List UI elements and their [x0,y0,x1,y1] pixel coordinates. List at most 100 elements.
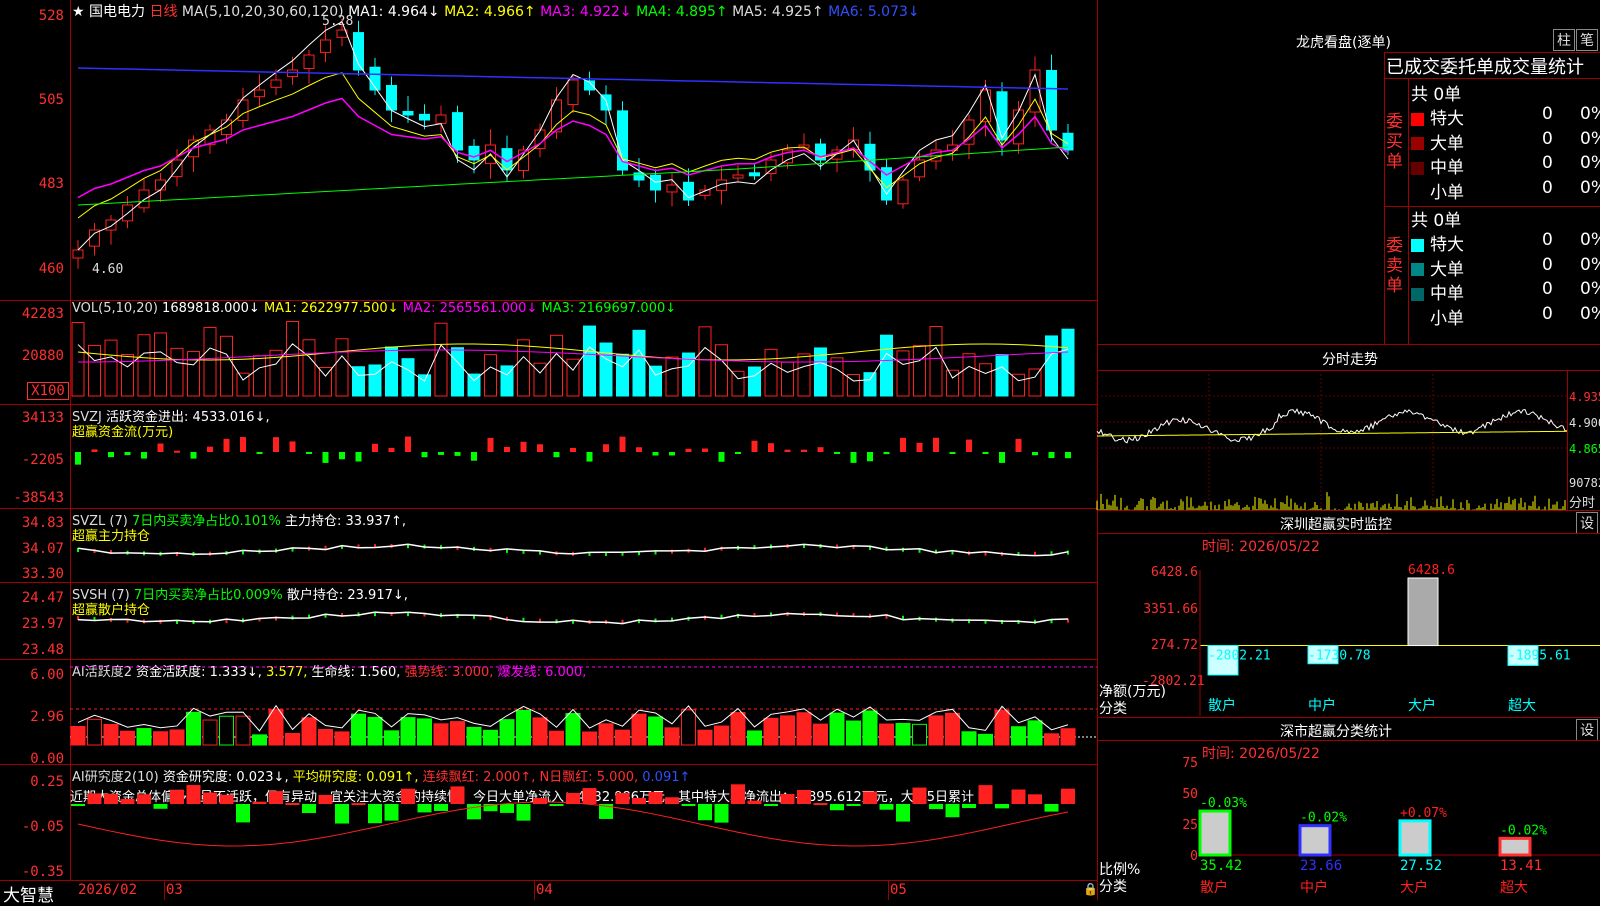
volume-bar [71,321,85,397]
ai-active-tick: 0.00 [30,751,64,767]
activity-bar [714,725,729,746]
order-size-percent: 0% [1580,153,1600,173]
research-bar [368,804,382,824]
order-size-value: 0 [1542,254,1553,275]
lock-icon[interactable]: 🔒 [1083,882,1098,896]
bar-mode-button[interactable]: 柱 [1553,29,1575,51]
flow-bar [256,452,263,455]
activity-bar [450,721,465,746]
order-size-name: 小单 [1430,308,1464,329]
sz-category-label: 分类 [1099,701,1127,717]
research-bar [104,793,118,804]
intraday-chart[interactable] [1096,370,1568,510]
activity-bar [417,718,432,746]
flow-bar [1015,438,1022,452]
order-size-name: 特大 [1430,109,1464,129]
flow-bar [1032,452,1038,456]
color-swatch [1411,238,1424,252]
volume-bar [995,354,1009,397]
activity-bar [928,715,944,746]
flow-bar [586,452,593,462]
flow-bar [1048,452,1055,459]
volume-bar [401,358,415,397]
research-bar [632,798,646,804]
sell-total: 共 0单 [1411,211,1462,231]
candle [650,169,661,203]
ai-active-bars [70,666,1097,746]
flow-bar [157,443,164,452]
sz-bar: -1730.78 中户 [1307,645,1371,714]
month-tick [534,880,535,900]
research-bar [615,792,630,804]
cls-bar-value: 35.42 [1200,858,1242,874]
research-bar [500,804,514,813]
candle [452,105,463,163]
pen-mode-button[interactable]: 笔 [1576,29,1598,51]
research-bar [384,804,399,821]
flow-bar [768,443,774,452]
flow-bar [570,447,576,452]
price-candles[interactable] [70,0,1097,300]
candle [617,101,628,176]
time-axis-month: 05 [890,882,907,898]
flow-bar [652,452,659,456]
flow-bar [685,448,692,452]
activity-bar [582,731,597,746]
activity-bar [598,723,614,746]
svzj-tick: -38543 [13,490,64,506]
volume-bar [880,334,893,397]
color-swatch [1411,137,1424,150]
activity-bar [153,731,168,746]
activity-bar [813,723,828,746]
flow-bar [735,452,741,454]
volume-bar [385,346,398,397]
activity-bar [499,719,515,746]
candle [237,87,249,128]
price-tick: 460 [38,261,64,277]
intraday-tick: 4.935 [1569,390,1600,404]
candle [72,240,84,269]
color-swatch [1411,161,1424,175]
ai-research-tick: -0.35 [21,864,64,880]
candle [831,145,843,173]
volume-bar [863,372,877,397]
cls-settings-button[interactable]: 设 [1576,719,1598,741]
activity-bar [697,729,713,746]
ma3-line [77,97,1069,199]
candle [254,74,265,107]
flow-bar [372,443,378,452]
color-swatch [1411,186,1424,199]
order-size-value: 0 [1542,279,1553,299]
sz-bar: 6428.6 大户 [1407,563,1455,714]
activity-bar [978,733,993,746]
research-bar [516,804,531,821]
sz-settings-button[interactable]: 设 [1576,512,1598,534]
volume-bar [137,334,151,397]
svzl-tick: 33.30 [21,566,64,582]
cls-tick: 25 [1182,818,1198,833]
flow-bar [817,447,824,452]
svsh-tick: 23.48 [21,642,64,658]
sz-bar-label: 超大 [1508,698,1536,714]
activity-bar [879,723,894,746]
activity-bar [252,734,267,746]
research-bar [1011,789,1026,804]
research-bar [417,804,432,813]
intraday-tick: 90782 [1569,476,1600,490]
research-bar [1028,794,1042,804]
svzj-bars [75,436,1071,465]
flow-bar [207,446,213,452]
svzj-tick: 34133 [21,410,64,426]
cls-title: 深市超赢分类统计 [1280,724,1392,740]
activity-bar [334,731,350,746]
order-size-value: 0 [1542,153,1553,173]
sell-side-label: 委卖单 [1386,236,1403,296]
activity-bar [285,732,300,746]
volume-bar [731,370,745,397]
activity-bar [433,723,449,746]
cls-tick: 50 [1182,787,1198,802]
flow-bar [949,452,956,454]
research-bar [731,784,745,804]
research-bar [698,804,712,821]
order-size-value: 0 [1542,230,1553,250]
